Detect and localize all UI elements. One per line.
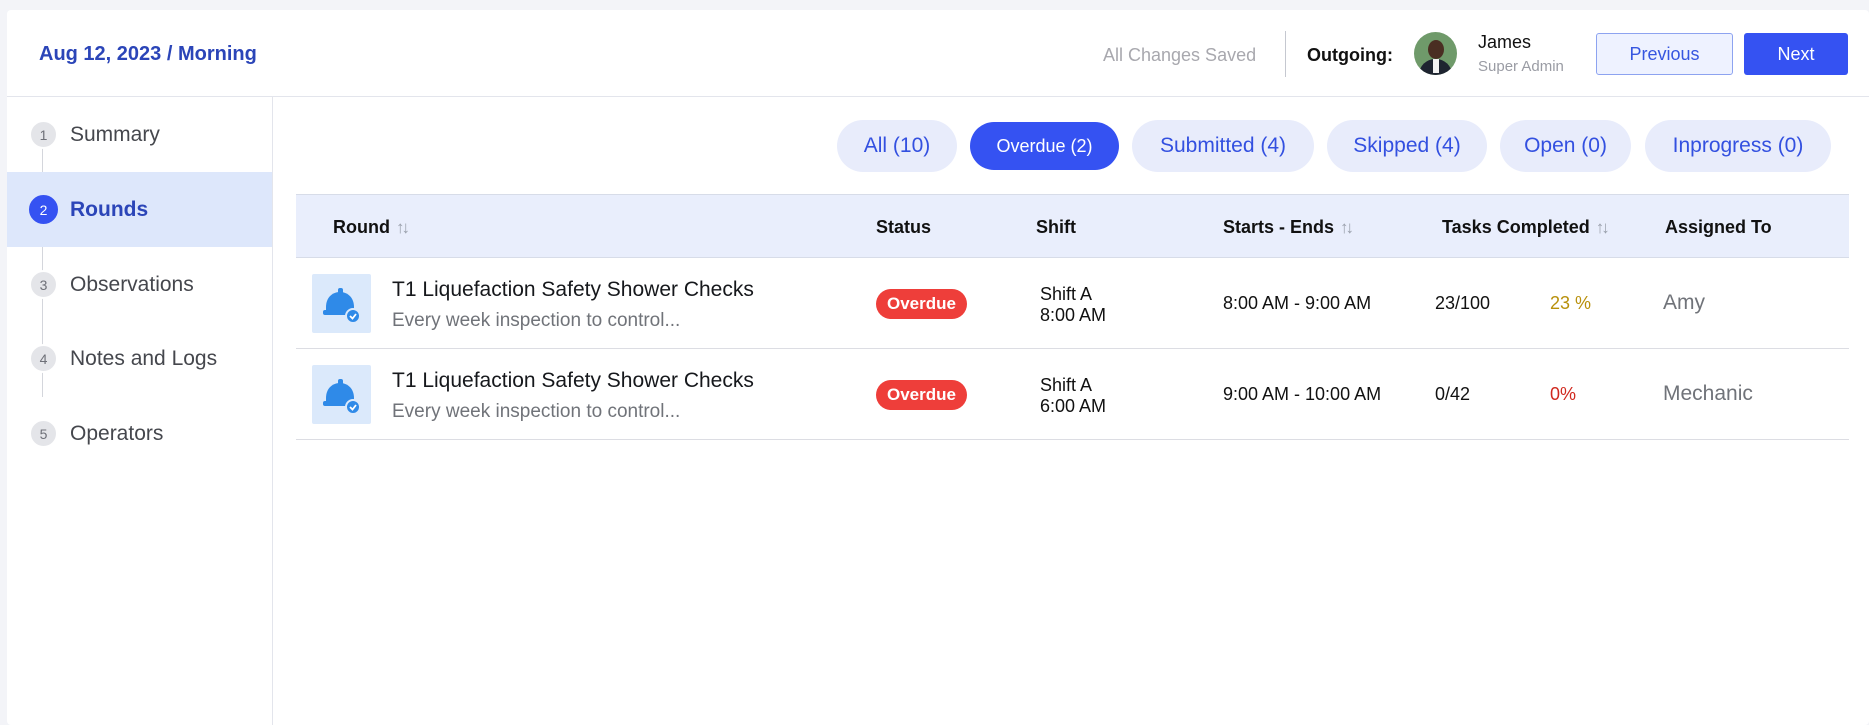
column-label: Tasks Completed [1442, 217, 1590, 237]
column-label: Shift [1036, 217, 1076, 237]
table-header: Round ↑↓ Status Shift Starts - Ends ↑↓ T… [296, 194, 1849, 258]
column-header-shift: Shift [1036, 217, 1076, 238]
sidebar-item-rounds[interactable]: 2 Rounds [7, 172, 272, 247]
column-header-tasks-completed[interactable]: Tasks Completed ↑↓ [1442, 217, 1610, 238]
sidebar-item-summary[interactable]: 1 Summary [7, 97, 272, 172]
shift-time: 8:00 AM [1040, 305, 1107, 325]
sidebar-item-label: Observations [70, 272, 194, 296]
column-label: Assigned To [1665, 217, 1772, 237]
filter-all[interactable]: All (10) [837, 120, 957, 172]
avatar[interactable] [1414, 32, 1457, 75]
filter-inprogress[interactable]: Inprogress (0) [1645, 120, 1831, 172]
round-description: Every week inspection to control... [392, 401, 681, 422]
steps-sidebar: 1 Summary 2 Rounds 3 Observations 4 Note… [7, 97, 273, 725]
page-title: Aug 12, 2023 / Morning [39, 43, 257, 65]
tasks-count: 23/100 [1435, 293, 1491, 313]
avatar-shirt [1433, 59, 1439, 73]
user-role: Super Admin [1478, 58, 1564, 75]
status-badge: Overdue [876, 380, 967, 410]
sidebar-item-label: Notes and Logs [70, 346, 218, 370]
column-header-starts-ends[interactable]: Starts - Ends ↑↓ [1223, 217, 1354, 238]
hard-hat-icon [312, 274, 371, 333]
filter-overdue[interactable]: Overdue (2) [970, 122, 1119, 170]
hard-hat-icon [312, 365, 371, 424]
status-badge: Overdue [876, 289, 967, 319]
column-header-status: Status [876, 217, 931, 238]
round-title[interactable]: T1 Liquefaction Safety Shower Checks [392, 369, 754, 393]
save-status: All Changes Saved [1103, 45, 1257, 65]
step-number: 5 [29, 419, 58, 448]
next-button[interactable]: Next [1744, 33, 1848, 75]
sidebar-item-notes-and-logs[interactable]: 4 Notes and Logs [7, 321, 272, 396]
filter-open[interactable]: Open (0) [1500, 120, 1631, 172]
table-row[interactable]: T1 Liquefaction Safety Shower Checks Eve… [296, 349, 1849, 440]
avatar-head [1428, 40, 1444, 59]
table-row[interactable]: T1 Liquefaction Safety Shower Checks Eve… [296, 258, 1849, 349]
round-title[interactable]: T1 Liquefaction Safety Shower Checks [392, 278, 754, 302]
column-label: Status [876, 217, 932, 237]
filter-skipped[interactable]: Skipped (4) [1327, 120, 1487, 172]
sidebar-item-label: Rounds [70, 197, 149, 221]
step-number: 4 [29, 344, 58, 373]
filter-submitted[interactable]: Submitted (4) [1132, 120, 1314, 172]
column-header-round[interactable]: Round ↑↓ [333, 217, 410, 238]
sidebar-item-operators[interactable]: 5 Operators [7, 396, 272, 471]
shift-cell: Shift A 8:00 AM [1040, 284, 1106, 326]
top-header: Aug 12, 2023 / Morning All Changes Saved… [7, 10, 1869, 97]
shift-name: Shift A [1040, 375, 1093, 395]
column-header-assigned-to: Assigned To [1665, 217, 1772, 238]
sort-icon[interactable]: ↑↓ [1596, 218, 1610, 238]
column-label: Starts - Ends [1223, 217, 1335, 237]
assignee: Amy [1663, 291, 1705, 314]
app-window: Aug 12, 2023 / Morning All Changes Saved… [7, 10, 1869, 725]
starts-ends-cell: 8:00 AM - 9:00 AM [1223, 293, 1372, 313]
sidebar-item-label: Operators [70, 421, 164, 445]
shift-cell: Shift A 6:00 AM [1040, 375, 1106, 417]
step-number: 2 [29, 195, 58, 224]
sidebar-item-observations[interactable]: 3 Observations [7, 247, 272, 322]
step-number: 1 [29, 120, 58, 149]
sort-icon[interactable]: ↑↓ [1340, 218, 1354, 238]
shift-name: Shift A [1040, 284, 1093, 304]
header-divider [1285, 31, 1286, 77]
shift-time: 6:00 AM [1040, 396, 1107, 416]
outgoing-label: Outgoing: [1307, 45, 1393, 65]
tasks-percent: 23 % [1550, 293, 1592, 313]
round-description: Every week inspection to control... [392, 310, 681, 331]
sort-icon[interactable]: ↑↓ [396, 218, 410, 238]
starts-ends-cell: 9:00 AM - 10:00 AM [1223, 384, 1382, 404]
previous-button[interactable]: Previous [1596, 33, 1733, 75]
column-label: Round [333, 217, 390, 237]
assignee: Mechanic [1663, 382, 1753, 405]
tasks-percent: 0% [1550, 384, 1577, 404]
user-name: James [1478, 32, 1532, 52]
sidebar-item-label: Summary [70, 122, 160, 146]
step-number: 3 [29, 270, 58, 299]
tasks-count: 0/42 [1435, 384, 1471, 404]
